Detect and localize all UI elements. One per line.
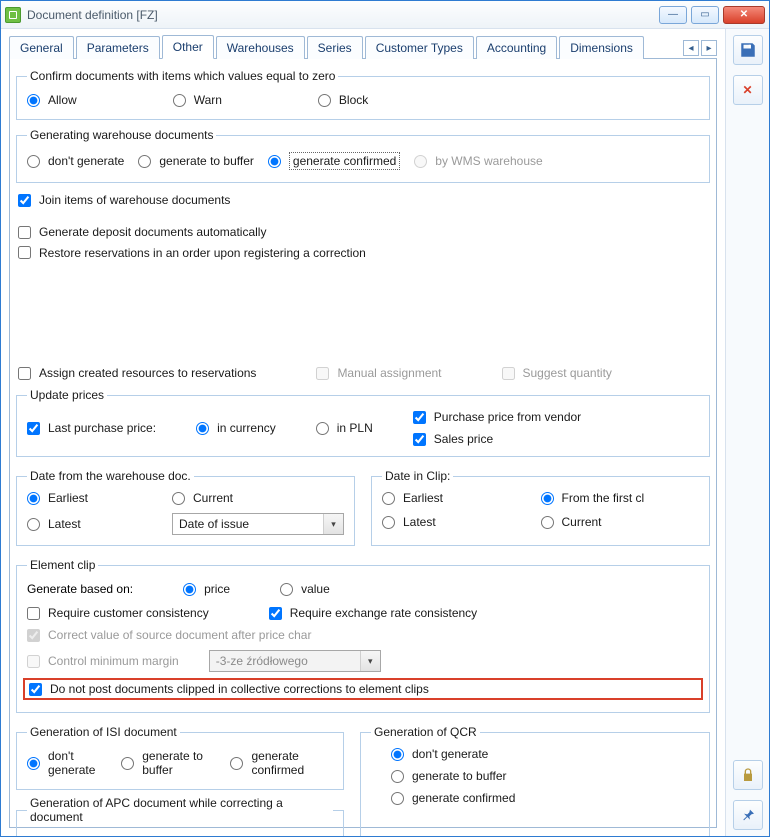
tab-series[interactable]: Series <box>307 36 363 59</box>
group-update-prices: Update prices Last purchase price: in cu… <box>16 388 710 457</box>
tab-bar: General Parameters Other Warehouses Seri… <box>9 33 717 59</box>
tab-content: Confirm documents with items which value… <box>9 59 717 828</box>
group-date-clip: Date in Clip: Earliest From the first cl… <box>371 469 710 546</box>
group-date-warehouse-legend: Date from the warehouse doc. <box>27 469 194 483</box>
radio-dc-earliest[interactable]: Earliest <box>382 491 541 505</box>
group-confirm-zero: Confirm documents with items which value… <box>16 69 710 120</box>
radio-gwh-buffer[interactable]: generate to buffer <box>138 154 254 168</box>
tab-other[interactable]: Other <box>162 35 214 59</box>
check-dont-post[interactable]: Do not post documents clipped in collect… <box>29 682 697 696</box>
highlight-dont-post: Do not post documents clipped in collect… <box>23 678 703 700</box>
save-button[interactable] <box>733 35 763 65</box>
app-icon <box>5 7 21 23</box>
group-gen-warehouse-legend: Generating warehouse documents <box>27 128 216 142</box>
group-gen-isi-legend: Generation of ISI document <box>27 725 180 739</box>
check-control-margin: Control minimum margin <box>27 654 179 668</box>
check-join-items[interactable]: Join items of warehouse documents <box>18 193 708 207</box>
radio-dwh-current[interactable]: Current <box>172 491 344 505</box>
group-gen-isi: Generation of ISI document don't generat… <box>16 725 344 790</box>
check-manual-assignment: Manual assignment <box>316 366 441 380</box>
radio-isi-buffer[interactable]: generate to buffer <box>121 749 216 777</box>
check-correct-src: Correct value of source document after p… <box>27 628 699 642</box>
save-icon <box>739 41 757 59</box>
radio-block[interactable]: Block <box>318 93 368 107</box>
radio-dc-latest[interactable]: Latest <box>382 515 541 529</box>
check-gen-deposit[interactable]: Generate deposit documents automatically <box>18 225 266 239</box>
group-date-clip-legend: Date in Clip: <box>382 469 453 483</box>
radio-apc-dont[interactable]: don't generat <box>27 834 103 836</box>
radio-qcr-buffer[interactable]: generate to buffer <box>391 769 699 783</box>
group-gen-apc-legend: Generation of APC document while correct… <box>27 796 333 824</box>
check-last-purchase[interactable]: Last purchase price: <box>27 421 156 435</box>
check-restore-reservations[interactable]: Restore reservations in an order upon re… <box>18 246 366 260</box>
radio-in-currency[interactable]: in currency <box>196 421 276 435</box>
radio-apc-buffer[interactable]: generate to buffer <box>117 834 214 836</box>
radio-isi-confirmed[interactable]: generate confirmed <box>230 749 333 777</box>
tab-dimensions[interactable]: Dimensions <box>559 36 644 59</box>
close-icon: ✕ <box>742 83 752 97</box>
lock-button[interactable] <box>733 760 763 790</box>
radio-qcr-dont[interactable]: don't generate <box>391 747 699 761</box>
group-element-clip-legend: Element clip <box>27 558 98 572</box>
close-button[interactable]: ✕ <box>723 6 765 24</box>
group-gen-qcr-legend: Generation of QCR <box>371 725 480 739</box>
tab-general[interactable]: General <box>9 36 74 59</box>
tab-customer-types[interactable]: Customer Types <box>365 36 474 59</box>
radio-ec-value[interactable]: value <box>280 582 330 596</box>
maximize-button[interactable]: ▭ <box>691 6 719 24</box>
cancel-button[interactable]: ✕ <box>733 75 763 105</box>
tab-parameters[interactable]: Parameters <box>76 36 160 59</box>
check-purchase-vendor[interactable]: Purchase price from vendor <box>413 410 581 424</box>
check-req-customer[interactable]: Require customer consistency <box>27 606 209 620</box>
radio-in-pln[interactable]: in PLN <box>316 421 373 435</box>
minimize-button[interactable]: — <box>659 6 687 24</box>
radio-gwh-wms: by WMS warehouse <box>414 154 542 168</box>
label-generate-based-on: Generate based on: <box>27 582 133 596</box>
tab-accounting[interactable]: Accounting <box>476 36 557 59</box>
check-sales-price[interactable]: Sales price <box>413 432 581 446</box>
radio-qcr-confirmed[interactable]: generate confirmed <box>391 791 699 805</box>
group-element-clip: Element clip Generate based on: price va… <box>16 558 710 713</box>
pin-button[interactable] <box>733 800 763 830</box>
check-assign-resources[interactable]: Assign created resources to reservations <box>18 366 256 380</box>
tab-warehouses[interactable]: Warehouses <box>216 36 305 59</box>
radio-dwh-latest[interactable]: Latest <box>27 517 172 531</box>
check-req-exchange[interactable]: Require exchange rate consistency <box>269 606 477 620</box>
titlebar: Document definition [FZ] — ▭ ✕ <box>1 1 769 29</box>
radio-apc-confirmed[interactable]: generate confirmed <box>228 834 333 836</box>
select-date-of-issue[interactable]: Date of issue ▾ <box>172 513 344 535</box>
tabs-scroll-right[interactable]: ▸ <box>701 40 717 56</box>
radio-dc-current[interactable]: Current <box>541 515 700 529</box>
radio-gwh-dont[interactable]: don't generate <box>27 154 124 168</box>
chevron-down-icon: ▾ <box>360 651 380 671</box>
group-gen-apc: Generation of APC document while correct… <box>16 796 344 836</box>
sidebar: ✕ <box>725 29 769 836</box>
group-date-warehouse: Date from the warehouse doc. Earliest Cu… <box>16 469 355 546</box>
group-confirm-zero-legend: Confirm documents with items which value… <box>27 69 338 83</box>
window: Document definition [FZ] — ▭ ✕ General P… <box>0 0 770 837</box>
radio-gwh-confirmed[interactable]: generate confirmed <box>268 152 400 170</box>
radio-dwh-earliest[interactable]: Earliest <box>27 491 172 505</box>
radio-allow[interactable]: Allow <box>27 93 77 107</box>
check-suggest-quantity: Suggest quantity <box>502 366 612 380</box>
radio-warn[interactable]: Warn <box>173 93 222 107</box>
tabs-scroll-left[interactable]: ◂ <box>683 40 699 56</box>
radio-dc-from-first[interactable]: From the first cl <box>541 491 700 505</box>
window-title: Document definition [FZ] <box>27 8 659 22</box>
group-update-prices-legend: Update prices <box>27 388 107 402</box>
window-buttons: — ▭ ✕ <box>659 6 765 24</box>
radio-ec-price[interactable]: price <box>183 582 230 596</box>
lock-icon <box>740 767 756 783</box>
radio-isi-dont[interactable]: don't generate <box>27 749 107 777</box>
chevron-down-icon: ▾ <box>323 514 343 534</box>
pin-icon <box>740 807 756 823</box>
select-margin-source: -3-ze źródłowego ▾ <box>209 650 381 672</box>
group-gen-warehouse: Generating warehouse documents don't gen… <box>16 128 710 183</box>
group-gen-qcr: Generation of QCR don't generate generat… <box>360 725 710 836</box>
